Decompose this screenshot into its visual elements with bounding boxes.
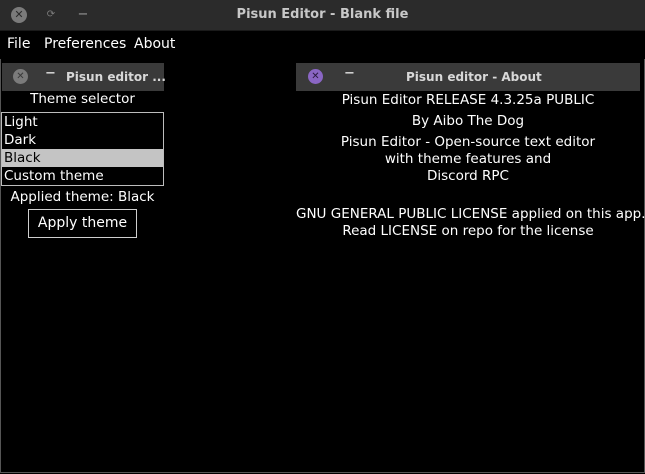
window-titlebar: ✕ ⟳ − Pisun Editor - Blank file: [0, 0, 645, 31]
applied-theme-label: Applied theme: Black: [10, 189, 155, 205]
theme-selector-heading: Theme selector: [30, 91, 135, 107]
about-description-line-2: with theme features and: [384, 151, 552, 167]
theme-panel-header: ✕ − Pisun editor ...: [2, 63, 166, 91]
window-title: Pisun Editor - Blank file: [236, 7, 409, 22]
menu-about[interactable]: About: [134, 31, 175, 57]
about-license-line-1: GNU GENERAL PUBLIC LICENSE applied on th…: [296, 206, 645, 222]
theme-panel-title: Pisun editor ...: [66, 70, 166, 84]
menubar: File Preferences About: [0, 31, 645, 59]
about-panel-minimize-icon[interactable]: −: [344, 66, 355, 81]
theme-option-dark[interactable]: Dark: [2, 131, 163, 149]
about-author-line: By Aibo The Dog: [411, 113, 525, 129]
menu-file[interactable]: File: [7, 31, 30, 57]
theme-panel-minimize-icon[interactable]: −: [45, 66, 56, 81]
theme-option-black[interactable]: Black: [2, 149, 163, 167]
about-release-line: Pisun Editor RELEASE 4.3.25a PUBLIC: [341, 92, 595, 108]
theme-option-light[interactable]: Light: [2, 113, 163, 131]
about-description-line-3: Discord RPC: [427, 168, 509, 184]
about-panel-title: Pisun editor - About: [406, 70, 542, 84]
theme-option-custom[interactable]: Custom theme: [2, 167, 163, 185]
menu-preferences[interactable]: Preferences: [44, 31, 126, 57]
about-license-line-2: Read LICENSE on repo for the license: [342, 223, 594, 239]
about-panel-close-icon[interactable]: ✕: [308, 69, 323, 84]
theme-panel-close-icon[interactable]: ✕: [13, 69, 28, 84]
theme-listbox[interactable]: Light Dark Black Custom theme: [1, 112, 164, 186]
apply-theme-button[interactable]: Apply theme: [28, 209, 137, 238]
about-panel-header: ✕ − Pisun editor - About: [296, 63, 640, 91]
about-description-line-1: Pisun Editor - Open-source text editor: [340, 134, 596, 150]
